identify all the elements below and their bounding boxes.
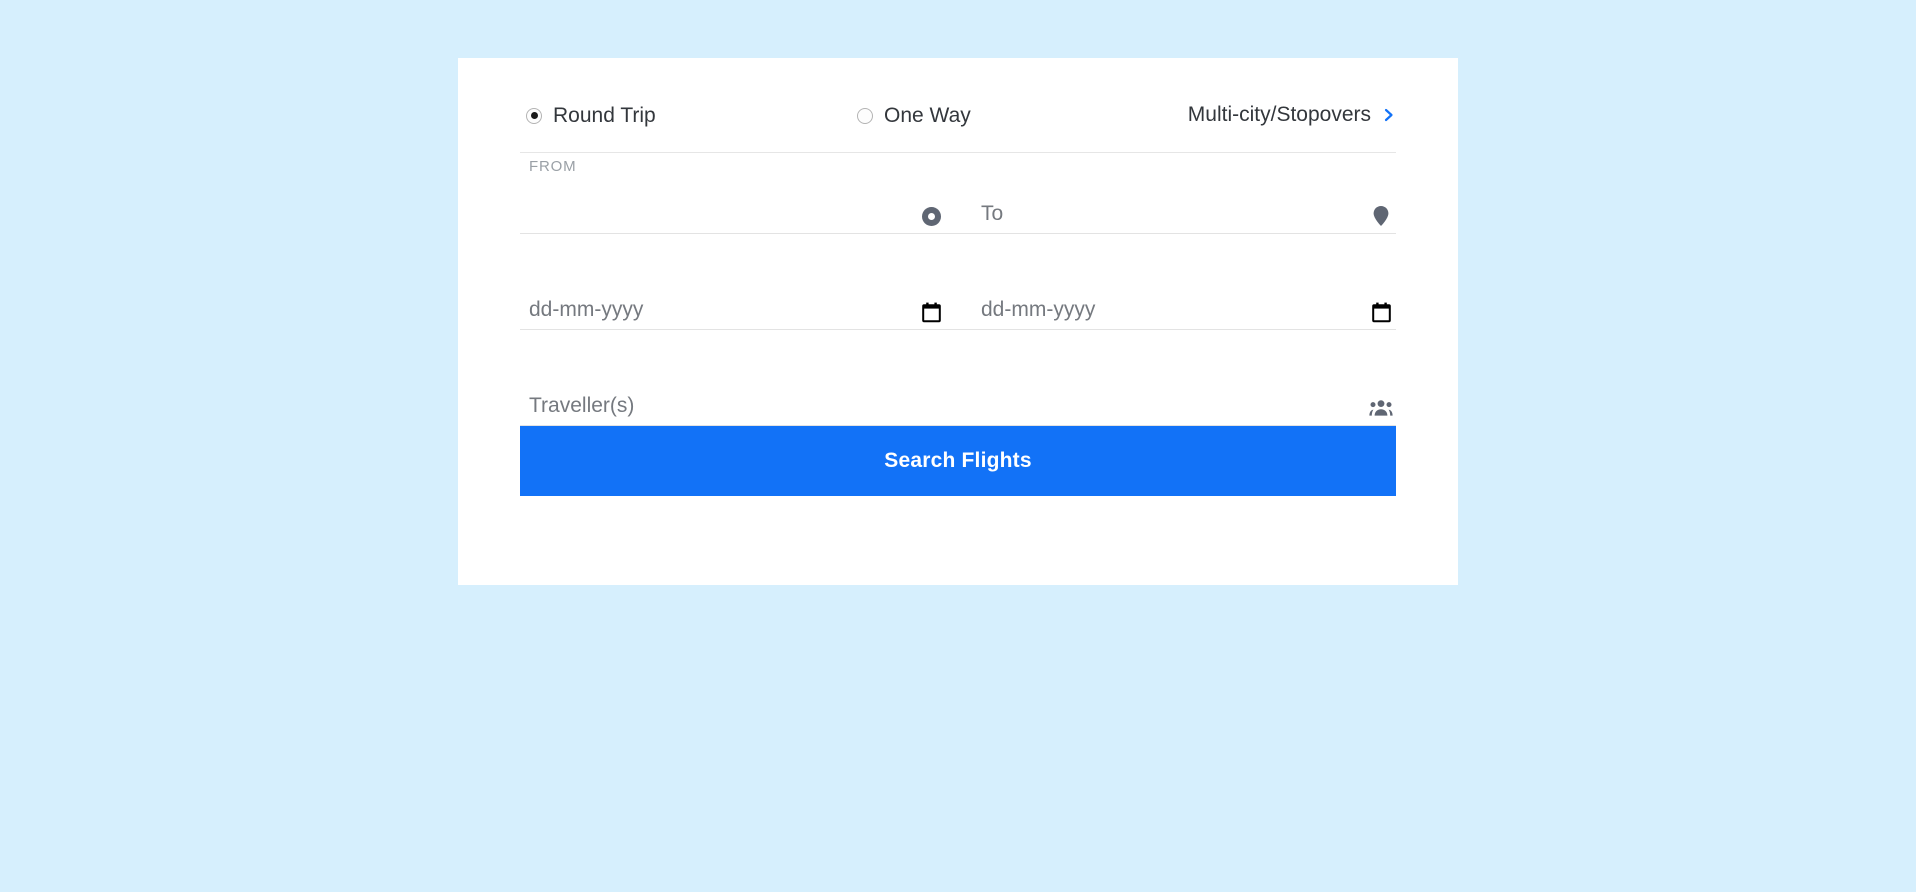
depart-date-field[interactable]	[520, 262, 958, 330]
origin-float-label: FROM	[529, 158, 577, 175]
destination-field[interactable]	[958, 166, 1396, 234]
one-way-radio-icon[interactable]	[857, 107, 873, 124]
multi-city-stopovers-link[interactable]: Multi-city/Stopovers	[1188, 104, 1396, 125]
places-row: FROM	[520, 158, 1396, 234]
travellers-field[interactable]	[520, 358, 1396, 426]
trip-type-option-round-trip[interactable]: Round Trip	[526, 105, 656, 126]
dates-row	[520, 262, 1396, 330]
one-way-label: One Way	[884, 104, 971, 127]
origin-dot-icon	[918, 203, 944, 229]
origin-input[interactable]	[529, 202, 907, 226]
people-group-icon	[1368, 395, 1394, 421]
round-trip-label: Round Trip	[553, 104, 656, 127]
depart-date-input[interactable]	[529, 298, 907, 322]
destination-input[interactable]	[981, 202, 1359, 226]
page-root: Round Trip One Way Multi-city/Stopovers …	[0, 0, 1916, 892]
search-flights-button[interactable]: Search Flights	[520, 426, 1396, 496]
return-date-input[interactable]	[981, 298, 1359, 322]
return-date-field[interactable]	[958, 262, 1396, 330]
calendar-icon[interactable]	[1368, 299, 1394, 325]
map-pin-icon	[1368, 203, 1394, 229]
travellers-input[interactable]	[529, 394, 1345, 418]
travellers-row	[520, 358, 1396, 426]
trip-type-option-one-way[interactable]: One Way	[857, 105, 971, 126]
trip-type-selector: Round Trip One Way Multi-city/Stopovers	[520, 90, 1396, 153]
round-trip-radio-icon[interactable]	[526, 107, 542, 124]
chevron-right-icon	[1384, 108, 1393, 121]
calendar-icon[interactable]	[918, 299, 944, 325]
origin-field[interactable]: FROM	[520, 158, 958, 234]
flight-search-card: Round Trip One Way Multi-city/Stopovers …	[458, 58, 1458, 585]
multi-city-label: Multi-city/Stopovers	[1187, 103, 1371, 126]
card-content: Round Trip One Way Multi-city/Stopovers …	[520, 58, 1396, 585]
